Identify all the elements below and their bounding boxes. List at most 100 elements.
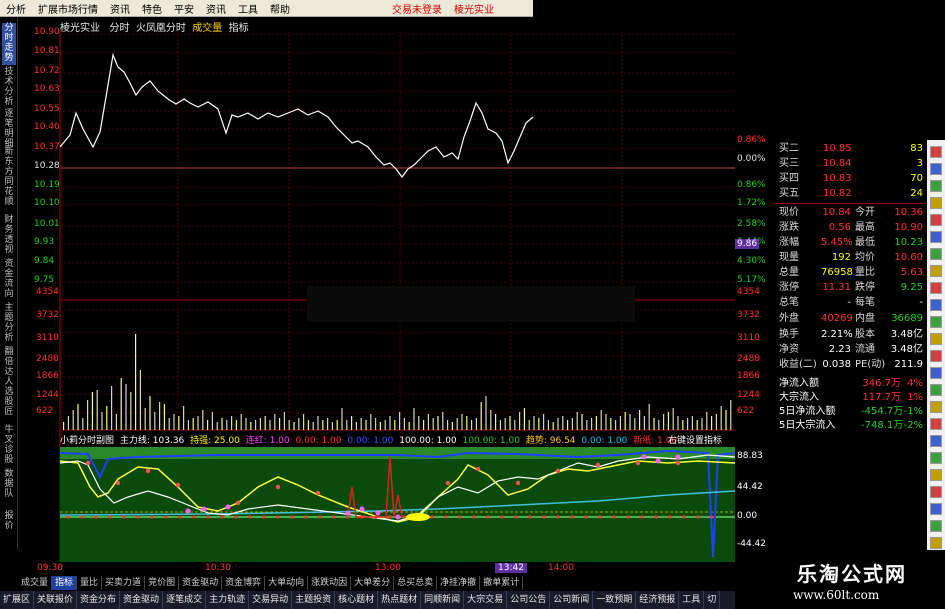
trade-login-status[interactable]: 交易未登录 xyxy=(386,1,448,16)
stat-label: 均价 xyxy=(855,252,875,263)
indicator-tab[interactable]: 大单动向 xyxy=(265,576,309,590)
stat-value: 2.21% xyxy=(821,329,853,340)
stat-label: 涨幅 xyxy=(779,237,799,248)
indicator-tab[interactable]: 撤单累计 xyxy=(480,576,524,590)
menu-item-features[interactable]: 特色 xyxy=(136,1,168,16)
menu-item-pingan[interactable]: 平安 xyxy=(168,1,200,16)
menu-item-info[interactable]: 资讯 xyxy=(200,1,232,16)
stat-value: 2.23 xyxy=(828,344,851,355)
extension-tab[interactable]: 公司公告 xyxy=(507,591,551,609)
indicator-tab[interactable]: 买卖力道 xyxy=(102,576,146,590)
menu-item-ext-market[interactable]: 扩展市场行情 xyxy=(32,1,104,16)
left-tab-10[interactable]: 牛叉诊股 xyxy=(2,425,16,467)
extension-tab[interactable]: 公司新闻 xyxy=(550,591,594,609)
toolbar-icon[interactable] xyxy=(930,520,942,532)
toolbar-icon[interactable] xyxy=(930,486,942,498)
toolbar-icon[interactable] xyxy=(930,537,942,549)
left-tab-0[interactable]: 分时走势 xyxy=(2,23,16,65)
toolbar-icon[interactable] xyxy=(930,435,942,447)
bid-label: 买五 xyxy=(779,188,799,199)
redacted-region xyxy=(307,286,635,322)
left-tab-5[interactable]: 财务透视 xyxy=(2,215,16,257)
extension-tab[interactable]: 一致预期 xyxy=(593,591,637,609)
indicator-tab[interactable]: 资金驱动 xyxy=(179,576,223,590)
extension-tab[interactable]: 资金分布 xyxy=(77,591,121,609)
toolbar-icon[interactable] xyxy=(930,333,942,345)
extension-tab[interactable]: 关联报价 xyxy=(34,591,78,609)
toolbar-icon[interactable] xyxy=(930,214,942,226)
menu-item-help[interactable]: 帮助 xyxy=(264,1,296,16)
indicator-tab[interactable]: 资金博弈 xyxy=(222,576,266,590)
indicator-title[interactable]: 小莉分时副图 xyxy=(60,436,114,446)
toolbar-icon[interactable] xyxy=(930,452,942,464)
left-tab-1[interactable]: 技术分析 xyxy=(2,67,16,107)
indicator-tab[interactable]: 净挂净撤 xyxy=(437,576,481,590)
quote-row: 总量 76958 量比 5.63 xyxy=(777,266,927,280)
stat-value: 10.36 xyxy=(894,207,923,218)
axis-label: 9.75 xyxy=(34,275,55,285)
extension-tab[interactable]: 扩展区 xyxy=(0,591,35,609)
left-tab-12[interactable]: 报价 xyxy=(2,511,16,545)
indicator-tab[interactable]: 大单差分 xyxy=(351,576,395,590)
left-tab-9[interactable]: 选股匠 xyxy=(2,387,16,423)
extension-tab[interactable]: 逐笔成交 xyxy=(163,591,207,609)
indicator-value: 持强: 25.00 xyxy=(190,436,240,446)
toolbar-icon[interactable] xyxy=(930,469,942,481)
toolbar-icon[interactable] xyxy=(930,163,942,175)
extension-tab[interactable]: 同顺新闻 xyxy=(421,591,465,609)
left-tab-8[interactable]: 翻倍达人 xyxy=(2,347,16,387)
indicator-tab[interactable]: 指标 xyxy=(52,576,78,590)
extension-tab[interactable]: 核心题材 xyxy=(335,591,379,609)
toolbar-icon[interactable] xyxy=(930,265,942,277)
extension-tab[interactable]: 大宗交易 xyxy=(464,591,508,609)
left-tab-7[interactable]: 主题分析 xyxy=(2,303,16,345)
flow-row: 净流入额 346.7万 4% xyxy=(777,377,927,391)
menu-item-analysis[interactable]: 分析 xyxy=(0,1,32,16)
toolbar-icon[interactable] xyxy=(930,180,942,192)
toolbar-icon[interactable] xyxy=(930,384,942,396)
toolbar-icon[interactable] xyxy=(930,401,942,413)
flow-pct: -2% xyxy=(903,420,923,431)
toolbar-icon[interactable] xyxy=(930,231,942,243)
stat-label: 外盘 xyxy=(779,313,799,324)
extension-tab[interactable]: 主题投资 xyxy=(292,591,336,609)
left-tab-2[interactable]: 逐笔明细 xyxy=(2,109,16,149)
toolbar-icon[interactable] xyxy=(930,299,942,311)
stat-label: PE(动) xyxy=(855,359,886,370)
extension-tab[interactable]: 工具 xyxy=(679,591,705,609)
toolbar-icon[interactable] xyxy=(930,197,942,209)
left-tab-4[interactable]: 同花顺 xyxy=(2,177,16,213)
menu-item-news[interactable]: 资讯 xyxy=(104,1,136,16)
indicator-tab[interactable]: 量比 xyxy=(77,576,103,590)
toolbar-icon[interactable] xyxy=(930,418,942,430)
toolbar-icon[interactable] xyxy=(930,248,942,260)
toolbar-icon[interactable] xyxy=(930,503,942,515)
axis-label: 1866 xyxy=(36,371,59,381)
indicator-settings-link[interactable]: 右键设置指标 xyxy=(668,433,722,446)
left-tab-11[interactable]: 数据队 xyxy=(2,469,16,509)
bid-price: 10.85 xyxy=(823,143,852,154)
extension-tab[interactable]: 资金驱动 xyxy=(120,591,164,609)
left-tab-6[interactable]: 资金流向 xyxy=(2,259,16,301)
stat-label: 收益(二) xyxy=(779,359,817,370)
extension-tab[interactable]: 交易异动 xyxy=(249,591,293,609)
extension-tab[interactable]: 切 xyxy=(704,591,721,609)
extension-tab[interactable]: 热点题材 xyxy=(378,591,422,609)
toolbar-icon[interactable] xyxy=(930,316,942,328)
stat-label: 最高 xyxy=(855,222,875,233)
extension-tab[interactable]: 经济预报 xyxy=(636,591,680,609)
quote-row: 买五 10.82 24 xyxy=(777,187,927,201)
indicator-tab[interactable]: 竞价图 xyxy=(145,576,180,590)
toolbar-icon[interactable] xyxy=(930,282,942,294)
toolbar-icon[interactable] xyxy=(930,350,942,362)
toolbar-icon[interactable] xyxy=(930,367,942,379)
left-tab-3[interactable]: 新东方 xyxy=(2,147,16,177)
extension-tab[interactable]: 主力轨迹 xyxy=(206,591,250,609)
indicator-tab[interactable]: 总买总卖 xyxy=(394,576,438,590)
stat-value: - xyxy=(847,297,851,308)
indicator-tab[interactable]: 成交量 xyxy=(18,576,53,590)
menu-item-tools[interactable]: 工具 xyxy=(232,1,264,16)
toolbar-icon[interactable] xyxy=(930,146,942,158)
volume-bars xyxy=(63,334,732,430)
indicator-tab[interactable]: 涨跌动因 xyxy=(308,576,352,590)
